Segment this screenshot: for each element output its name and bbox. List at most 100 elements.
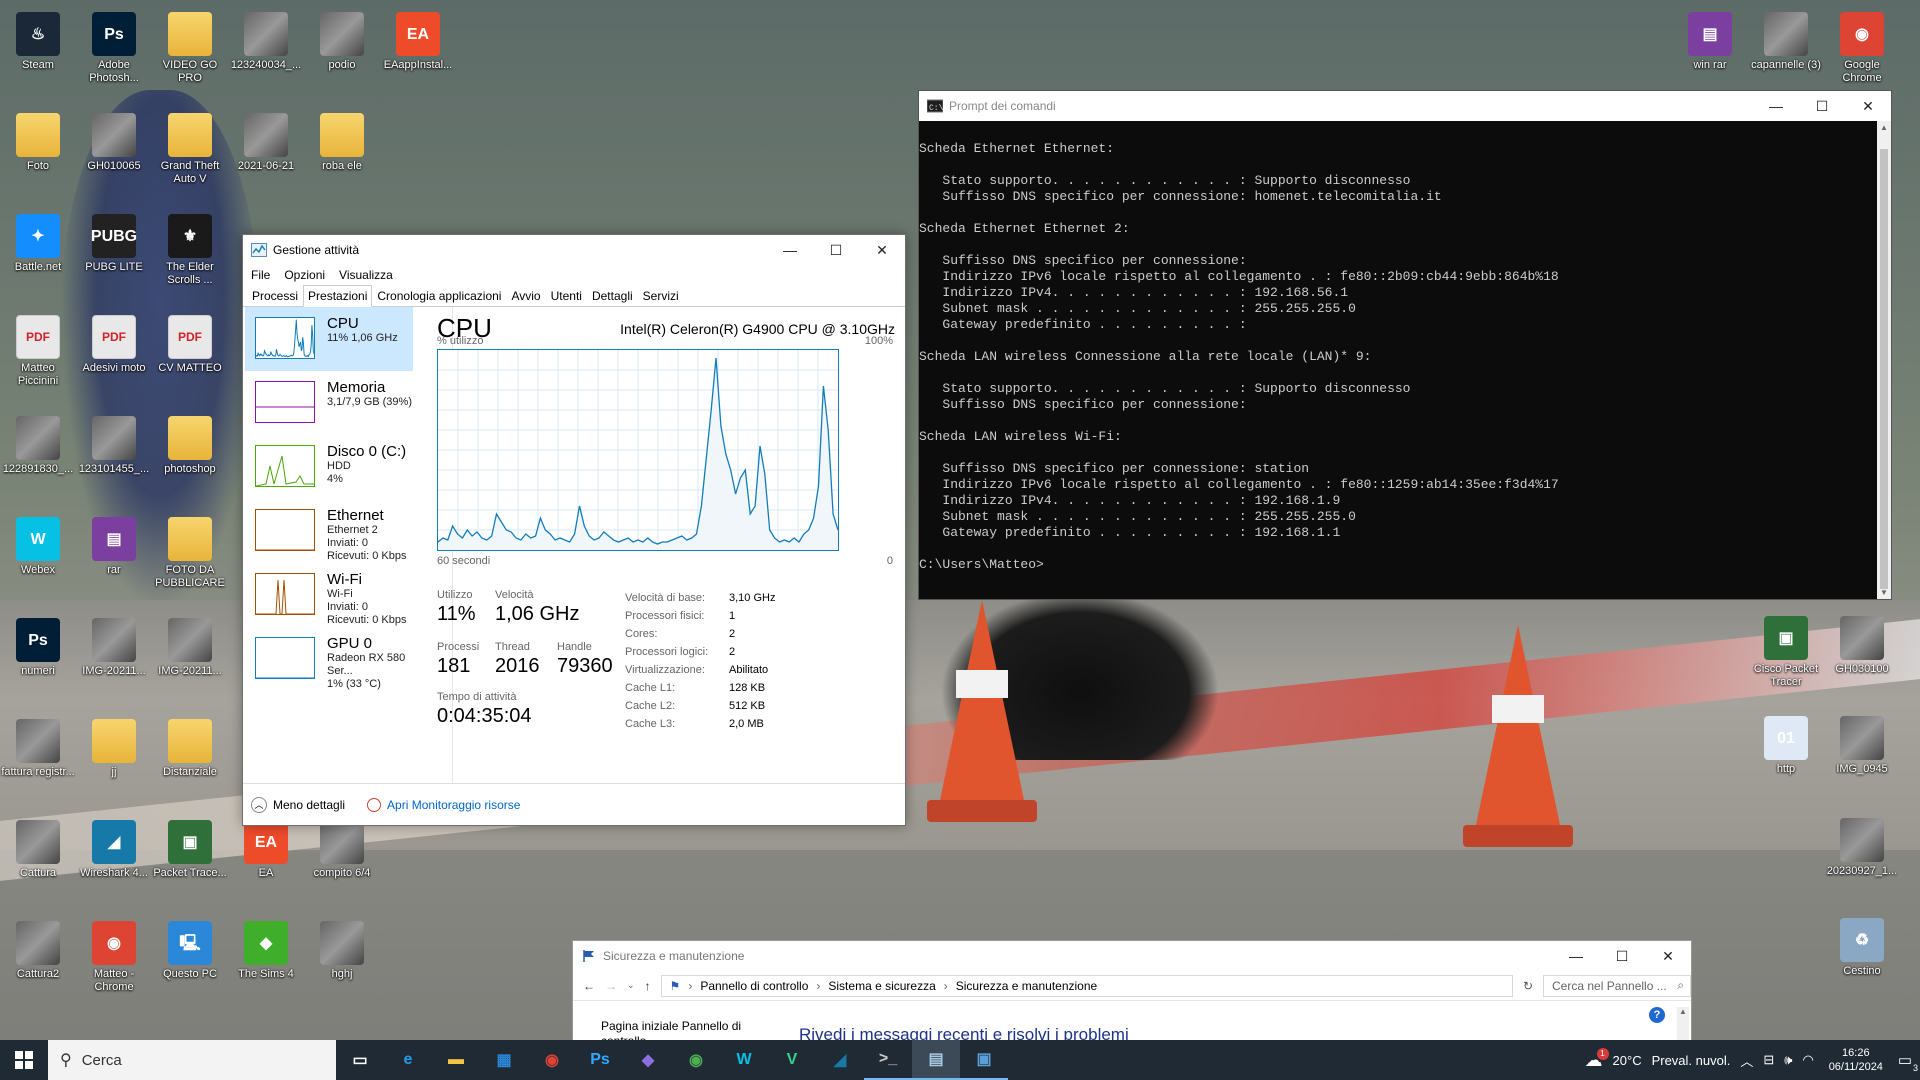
tab-processi[interactable]: Processi [247,285,303,306]
taskbar-app-photoshop[interactable]: Ps [576,1040,624,1080]
cmd-window[interactable]: C:\ Prompt dei comandi — ☐ ✕ Scheda Ethe… [918,90,1892,600]
resource-memoria[interactable]: Memoria 3,1/7,9 GB (39%) [245,371,413,435]
taskbar-search[interactable]: ⚲ Cerca [48,1040,336,1080]
close-button[interactable]: ✕ [1645,941,1691,971]
taskbar-app-control-panel[interactable]: ▣ [960,1040,1008,1080]
wifi-icon[interactable]: ◠ [1802,1052,1813,1068]
resource-wi-fi[interactable]: Wi-Fi Wi-Fi Inviati: 0 Ricevuti: 0 Kbps [245,563,413,627]
desktop-icon[interactable]: 123101455_... [76,412,152,476]
taskbar-app-wireshark[interactable]: ◢ [816,1040,864,1080]
scroll-down-icon[interactable]: ▼ [1880,588,1888,597]
desktop-icon[interactable]: 01 http [1748,712,1824,776]
desktop-icon[interactable]: 2021-06-21 [228,109,304,173]
desktop-icon[interactable]: GH030100 [1824,612,1900,676]
desktop-icon[interactable]: EA EAappInstal... [380,8,456,72]
desktop-icon[interactable]: PDF Adesivi moto [76,311,152,375]
desktop-icon[interactable]: ◢ Wireshark 4... [76,816,152,880]
taskbar-app-webex[interactable]: W [720,1040,768,1080]
breadcrumb[interactable]: ⚑ › Pannello di controllo › Sistema e sicure… [660,974,1513,997]
resource-disco-0-c-[interactable]: Disco 0 (C:) HDD 4% [245,435,413,499]
desktop-icon[interactable]: podio [304,8,380,72]
desktop-icon[interactable]: IMG-20211... [152,614,228,678]
scroll-up-icon[interactable]: ▲ [1880,123,1888,132]
desktop-icon[interactable]: Ps Adobe Photosh... [76,8,152,85]
taskbar-app-edge[interactable]: e [384,1040,432,1080]
desktop-icon[interactable]: IMG-20211... [76,614,152,678]
resource-gpu-0[interactable]: GPU 0 Radeon RX 580 Ser... 1% (33 °C) [245,627,413,691]
desktop-icon[interactable]: ♻ Cestino [1824,914,1900,978]
taskbar-app-store[interactable]: ▦ [480,1040,528,1080]
desktop-icon[interactable]: ▤ rar [76,513,152,577]
taskbar-app-task-view[interactable]: ▭ [336,1040,384,1080]
close-button[interactable]: ✕ [1845,91,1891,121]
search-input[interactable]: Cerca nel Pannello ... ⌕ [1543,974,1691,997]
desktop-icon[interactable]: fattura registr... [0,715,76,779]
desktop-icon[interactable]: 123240034_... [228,8,304,72]
desktop-icon[interactable]: Grand Theft Auto V [152,109,228,186]
tab-utenti[interactable]: Utenti [546,285,587,306]
minimize-button[interactable]: — [1553,941,1599,971]
desktop-icon[interactable]: roba ele [304,109,380,173]
start-button[interactable] [0,1040,48,1080]
taskbar-app-cmd[interactable]: >_ [864,1040,912,1080]
desktop-icon[interactable]: Distanziale [152,715,228,779]
recent-icon[interactable]: ⌄ [627,980,635,991]
desktop-icon[interactable]: FOTO DA PUBBLICARE [152,513,228,590]
desktop-icon[interactable]: IMG_0945 [1824,712,1900,776]
desktop-icon[interactable]: W Webex [0,513,76,577]
cmd-scrollbar[interactable]: ▲ ▼ [1877,121,1891,599]
desktop-icon[interactable]: capannelle (3) [1748,8,1824,72]
taskbar-app-file-explorer[interactable]: ▬ [432,1040,480,1080]
desktop-icon[interactable]: PUBG PUBG LITE [76,210,152,274]
clock[interactable]: 16:26 06/11/2024 [1824,1046,1888,1074]
security-titlebar[interactable]: Sicurezza e manutenzione — ☐ ✕ [573,941,1691,971]
maximize-button[interactable]: ☐ [1799,91,1845,121]
menu-item[interactable]: File [251,268,270,282]
desktop-icon[interactable]: GH010065 [76,109,152,173]
cmd-scroll-thumb[interactable] [1880,149,1888,589]
breadcrumb-item[interactable]: Sistema e sicurezza [828,979,935,993]
cmd-output[interactable]: Scheda Ethernet Ethernet: Stato supporto… [919,121,1877,599]
taskbar-app-chrome-profile[interactable]: ◉ [672,1040,720,1080]
desktop-icon[interactable]: Ps numeri [0,614,76,678]
desktop-icon[interactable]: 122891830_... [0,412,76,476]
desktop-icon[interactable]: PDF Matteo Piccinini [0,311,76,388]
back-icon[interactable]: ← [583,979,595,993]
forward-icon[interactable]: → [605,979,617,993]
desktop-icon[interactable]: ▤ win rar [1672,8,1748,72]
tab-avvio[interactable]: Avvio [506,285,545,306]
taskbar-app-chrome[interactable]: ◉ [528,1040,576,1080]
desktop-icon[interactable]: ◉ Google Chrome [1824,8,1900,85]
taskbar-app-copilot[interactable]: ◆ [624,1040,672,1080]
close-button[interactable]: ✕ [859,235,905,265]
breadcrumb-item[interactable]: Sicurezza e manutenzione [956,979,1097,993]
menu-item[interactable]: Visualizza [339,268,393,282]
fewer-details-button[interactable]: ︿ Meno dettagli [251,796,345,813]
desktop-icon[interactable]: 20230927_1... [1824,814,1900,878]
desktop-icon[interactable]: ◉ Matteo - Chrome [76,917,152,994]
minimize-button[interactable]: — [767,235,813,265]
desktop-icon[interactable]: VIDEO GO PRO [152,8,228,85]
desktop-icon[interactable]: ♨ Steam [0,8,76,72]
cmd-titlebar[interactable]: C:\ Prompt dei comandi — ☐ ✕ [919,91,1891,121]
menu-item[interactable]: Opzioni [284,268,325,282]
desktop-icon[interactable]: ▣ Cisco Packet Tracer [1748,612,1824,689]
desktop-icon[interactable]: 🖳 Questo PC [152,917,228,981]
maximize-button[interactable]: ☐ [813,235,859,265]
refresh-icon[interactable]: ↻ [1523,979,1533,993]
maximize-button[interactable]: ☐ [1599,941,1645,971]
desktop-icon[interactable]: PDF CV MATTEO [152,311,228,375]
resource-ethernet[interactable]: Ethernet Ethernet 2 Inviati: 0 Ricevuti: 0… [245,499,413,563]
network-icon[interactable]: ⊟ [1763,1052,1774,1068]
weather-temp[interactable]: 20°C [1613,1053,1642,1068]
taskbar-app-task-manager[interactable]: ▤ [912,1040,960,1080]
taskbar-app-vpn[interactable]: V [768,1040,816,1080]
tm-titlebar[interactable]: Gestione attività — ☐ ✕ [243,235,905,265]
desktop-icon[interactable]: ◆ The Sims 4 [228,917,304,981]
tab-prestazioni[interactable]: Prestazioni [303,285,373,307]
notification-icon[interactable]: ▭ 3 [1898,1051,1918,1073]
desktop-icon[interactable]: ✦ Battle.net [0,210,76,274]
help-icon[interactable]: ? [1649,1007,1665,1023]
volume-icon[interactable]: 🕪 [1784,1052,1792,1068]
desktop-icon[interactable]: Cattura [0,816,76,880]
